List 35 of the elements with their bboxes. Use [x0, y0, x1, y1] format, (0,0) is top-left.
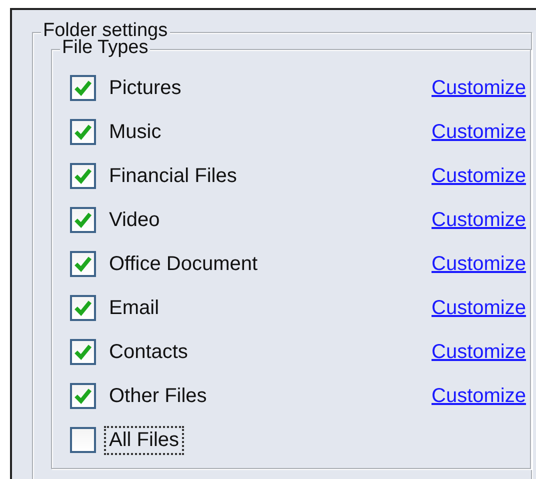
- customize-link[interactable]: Customize: [432, 296, 526, 320]
- customize-link[interactable]: Customize: [432, 340, 526, 364]
- checkbox[interactable]: [70, 427, 96, 453]
- checkmark-icon: [74, 124, 92, 140]
- checkbox-label[interactable]: Email: [104, 294, 164, 322]
- checkmark-icon: [74, 168, 92, 184]
- checkbox-label[interactable]: Music: [104, 118, 166, 146]
- checkbox-label[interactable]: Office Document: [104, 250, 263, 278]
- customize-link[interactable]: Customize: [432, 120, 526, 144]
- checkbox[interactable]: [70, 163, 96, 189]
- customize-link[interactable]: Customize: [432, 384, 526, 408]
- customize-link[interactable]: Customize: [432, 252, 526, 276]
- checkbox[interactable]: [70, 207, 96, 233]
- checkbox-label[interactable]: Video: [104, 206, 165, 234]
- checkmark-icon: [74, 212, 92, 228]
- group-title: File Types: [60, 37, 150, 59]
- checkmark-icon: [74, 256, 92, 272]
- checkbox[interactable]: [70, 119, 96, 145]
- checkbox[interactable]: [70, 251, 96, 277]
- customize-link[interactable]: Customize: [432, 164, 526, 188]
- checkbox-label[interactable]: All Files: [104, 426, 184, 454]
- customize-link[interactable]: Customize: [432, 76, 526, 100]
- checkbox[interactable]: [70, 339, 96, 365]
- checkbox[interactable]: [70, 75, 96, 101]
- checkbox-label[interactable]: Contacts: [104, 338, 193, 366]
- checkbox[interactable]: [70, 295, 96, 321]
- checkmark-icon: [74, 80, 92, 96]
- checkbox-label[interactable]: Financial Files: [104, 162, 242, 190]
- checkmark-icon: [74, 300, 92, 316]
- checkbox[interactable]: [70, 383, 96, 409]
- checkbox-label[interactable]: Pictures: [104, 74, 186, 102]
- checkmark-icon: [74, 388, 92, 404]
- checkmark-icon: [74, 344, 92, 360]
- customize-link[interactable]: Customize: [432, 208, 526, 232]
- checkbox-label[interactable]: Other Files: [104, 382, 212, 410]
